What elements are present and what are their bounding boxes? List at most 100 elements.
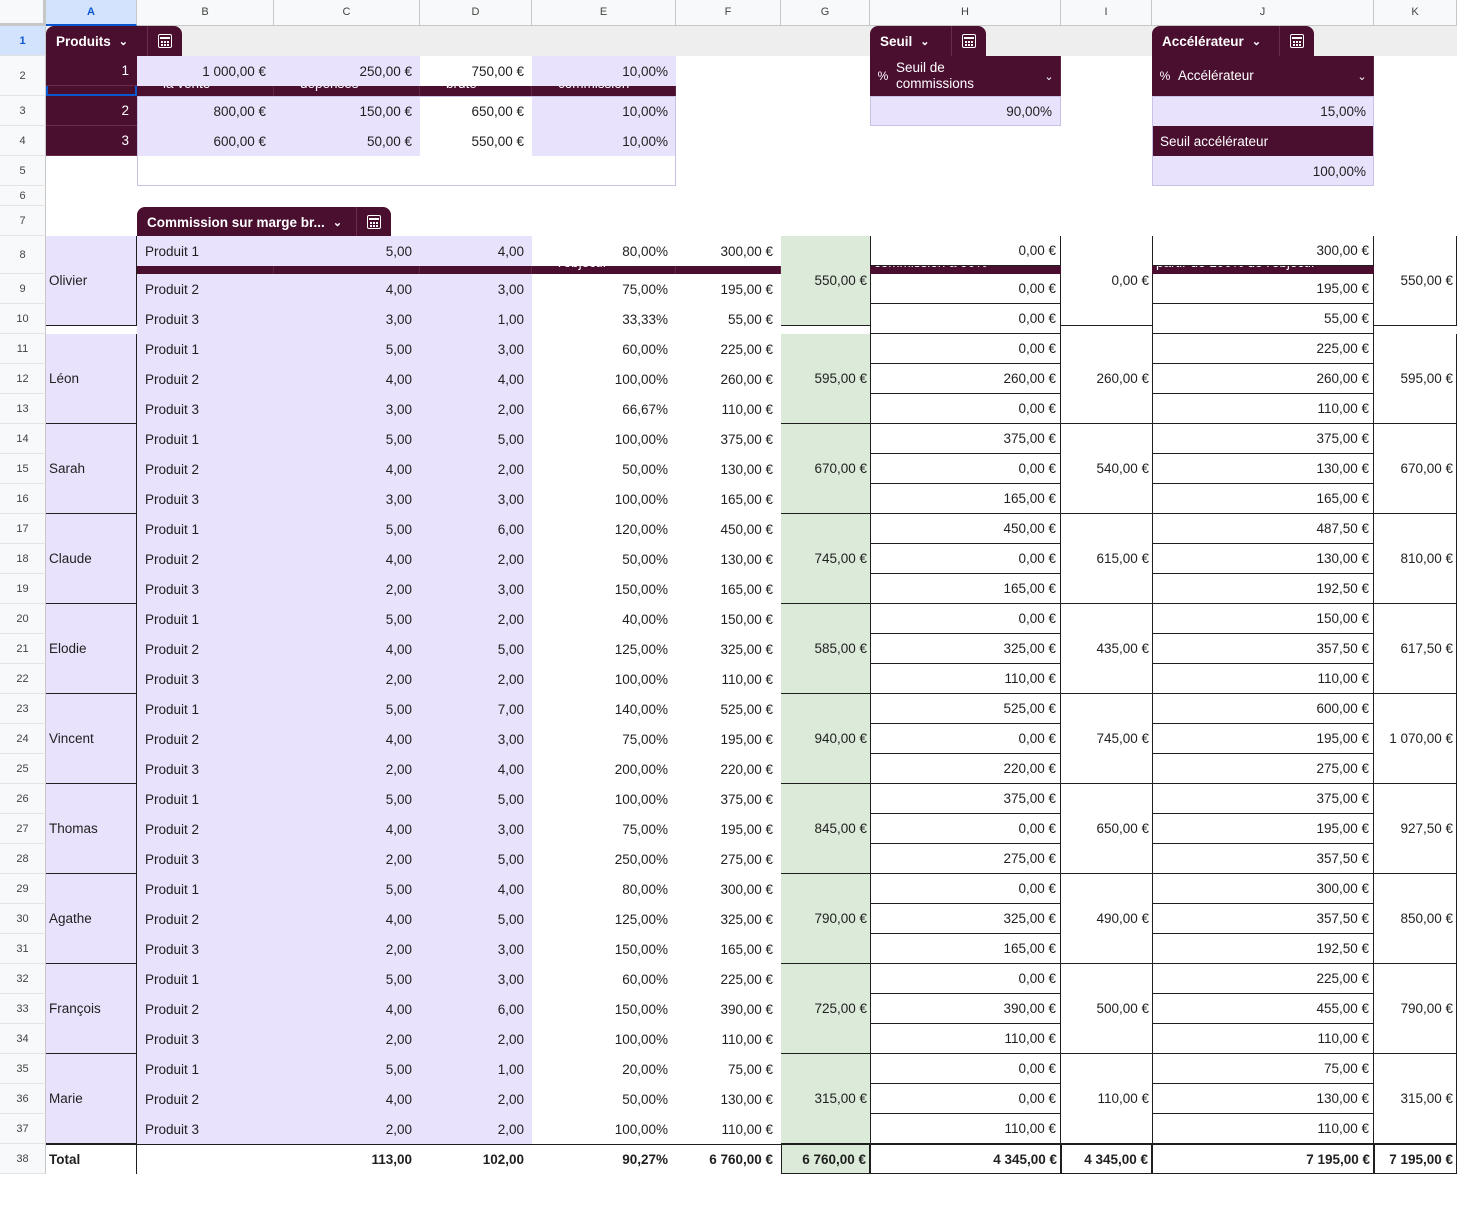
gains-globaux-accelerateur-cell[interactable]: 595,00 € (1374, 334, 1457, 424)
objectif-cell[interactable]: 5,00 (274, 424, 420, 454)
gains-accelerateur-cell[interactable]: 130,00 € (1152, 544, 1374, 574)
atteinte-cell[interactable]: 60,00% (532, 334, 676, 364)
ventes-cell[interactable]: 2,00 (420, 604, 532, 634)
row-header-13[interactable]: 13 (0, 394, 46, 424)
product-cell[interactable]: Produit 2 (137, 904, 274, 934)
row-header-28[interactable]: 28 (0, 844, 46, 874)
gains-seuil-cell[interactable]: 0,00 € (870, 1054, 1061, 1084)
gains-accelerateur-cell[interactable]: 375,00 € (1152, 784, 1374, 814)
objectif-cell[interactable]: 2,00 (274, 934, 420, 964)
atteinte-cell[interactable]: 33,33% (532, 304, 676, 334)
product-cell[interactable]: Produit 1 (137, 236, 274, 266)
salesperson-name[interactable]: Olivier (46, 236, 137, 326)
gains-accelerateur-cell[interactable]: 55,00 € (1152, 304, 1374, 334)
gains-accelerateur-cell[interactable]: 110,00 € (1152, 664, 1374, 694)
gains-cell[interactable]: 195,00 € (676, 814, 781, 844)
total-I[interactable]: 4 345,00 € (1061, 1144, 1152, 1174)
objectif-cell[interactable]: 4,00 (274, 994, 420, 1024)
gains-globaux-accelerateur-cell[interactable]: 670,00 € (1374, 424, 1457, 514)
total-J[interactable]: 7 195,00 € (1152, 1144, 1374, 1174)
gains-cell[interactable]: 75,00 € (676, 1054, 781, 1084)
ventes-cell[interactable]: 3,00 (420, 574, 532, 604)
gains-seuil-cell[interactable]: 325,00 € (870, 634, 1061, 664)
objectif-cell[interactable]: 5,00 (274, 694, 420, 724)
gains-globaux-accelerateur-cell[interactable]: 550,00 € (1374, 236, 1457, 326)
gains-seuil-cell[interactable]: 0,00 € (870, 724, 1061, 754)
gains-seuil-cell[interactable]: 0,00 € (870, 544, 1061, 574)
total-label[interactable]: Total (46, 1144, 137, 1174)
salesperson-name[interactable]: Claude (46, 514, 137, 604)
ventes-cell[interactable]: 1,00 (420, 1054, 532, 1084)
row-header-20[interactable]: 20 (0, 604, 46, 634)
gains-accelerateur-cell[interactable]: 487,50 € (1152, 514, 1374, 544)
gains-globaux-seuil-cell[interactable]: 110,00 € (1061, 1054, 1152, 1144)
row-header-37[interactable]: 37 (0, 1114, 46, 1144)
gains-accelerateur-cell[interactable]: 192,50 € (1152, 574, 1374, 604)
product-cell[interactable]: Produit 2 (137, 274, 274, 304)
product-cell[interactable]: Produit 2 (137, 994, 274, 1024)
gains-accelerateur-cell[interactable]: 150,00 € (1152, 604, 1374, 634)
atteinte-cell[interactable]: 250,00% (532, 844, 676, 874)
objectif-cell[interactable]: 4,00 (274, 454, 420, 484)
objectif-cell[interactable]: 3,00 (274, 394, 420, 424)
gains-seuil-cell[interactable]: 165,00 € (870, 934, 1061, 964)
ventes-cell[interactable]: 4,00 (420, 364, 532, 394)
product-cell[interactable]: Produit 3 (137, 394, 274, 424)
ventes-cell[interactable]: 3,00 (420, 334, 532, 364)
product-cell[interactable]: Produit 1 (137, 874, 274, 904)
produits-cell[interactable]: 750,00 € (420, 56, 532, 86)
gains-globaux-accelerateur-cell[interactable]: 850,00 € (1374, 874, 1457, 964)
product-cell[interactable]: Produit 1 (137, 514, 274, 544)
gains-seuil-cell[interactable]: 0,00 € (870, 814, 1061, 844)
objectif-cell[interactable]: 2,00 (274, 844, 420, 874)
row-header-30[interactable]: 30 (0, 904, 46, 934)
row-header-3[interactable]: 3 (0, 96, 46, 126)
row-header-23[interactable]: 23 (0, 694, 46, 724)
column-header-H[interactable]: H (870, 0, 1061, 26)
salesperson-name[interactable]: Agathe (46, 874, 137, 964)
gains-accelerateur-cell[interactable]: 195,00 € (1152, 724, 1374, 754)
gains-globaux-cell[interactable]: 585,00 € (781, 604, 870, 694)
ventes-cell[interactable]: 2,00 (420, 1084, 532, 1114)
atteinte-cell[interactable]: 80,00% (532, 236, 676, 266)
column-header-G[interactable]: G (781, 0, 870, 26)
ventes-cell[interactable]: 2,00 (420, 454, 532, 484)
gains-seuil-cell[interactable]: 220,00 € (870, 754, 1061, 784)
gains-globaux-cell[interactable]: 315,00 € (781, 1054, 870, 1144)
gains-cell[interactable]: 55,00 € (676, 304, 781, 334)
gains-cell[interactable]: 260,00 € (676, 364, 781, 394)
gains-globaux-seuil-cell[interactable]: 435,00 € (1061, 604, 1152, 694)
gains-globaux-accelerateur-cell[interactable]: 315,00 € (1374, 1054, 1457, 1144)
gains-seuil-cell[interactable]: 165,00 € (870, 574, 1061, 604)
row-header-25[interactable]: 25 (0, 754, 46, 784)
gains-seuil-cell[interactable]: 275,00 € (870, 844, 1061, 874)
gains-accelerateur-cell[interactable]: 130,00 € (1152, 454, 1374, 484)
row-header-5[interactable]: 5 (0, 156, 46, 186)
gains-cell[interactable]: 110,00 € (676, 394, 781, 424)
gains-seuil-cell[interactable]: 390,00 € (870, 994, 1061, 1024)
select-all-corner[interactable] (0, 0, 46, 26)
salesperson-name[interactable]: Marie (46, 1054, 137, 1144)
ventes-cell[interactable]: 2,00 (420, 544, 532, 574)
calculator-icon[interactable] (1279, 26, 1314, 56)
atteinte-cell[interactable]: 100,00% (532, 364, 676, 394)
gains-globaux-cell[interactable]: 745,00 € (781, 514, 870, 604)
atteinte-cell[interactable]: 140,00% (532, 694, 676, 724)
gains-seuil-cell[interactable]: 0,00 € (870, 454, 1061, 484)
product-cell[interactable]: Produit 1 (137, 334, 274, 364)
produits-cell[interactable]: 3 (46, 126, 137, 156)
gains-seuil-cell[interactable]: 450,00 € (870, 514, 1061, 544)
atteinte-cell[interactable]: 120,00% (532, 514, 676, 544)
row-header-29[interactable]: 29 (0, 874, 46, 904)
atteinte-cell[interactable]: 75,00% (532, 724, 676, 754)
row-header-14[interactable]: 14 (0, 424, 46, 454)
calculator-icon[interactable] (356, 207, 391, 237)
ventes-cell[interactable]: 5,00 (420, 424, 532, 454)
gains-accelerateur-cell[interactable]: 110,00 € (1152, 394, 1374, 424)
gains-seuil-cell[interactable]: 0,00 € (870, 304, 1061, 334)
product-cell[interactable]: Produit 1 (137, 964, 274, 994)
seuil-header[interactable]: % Seuil de commissions ⌄ (870, 56, 1061, 96)
ventes-cell[interactable]: 5,00 (420, 904, 532, 934)
gains-globaux-cell[interactable]: 790,00 € (781, 874, 870, 964)
atteinte-cell[interactable]: 200,00% (532, 754, 676, 784)
